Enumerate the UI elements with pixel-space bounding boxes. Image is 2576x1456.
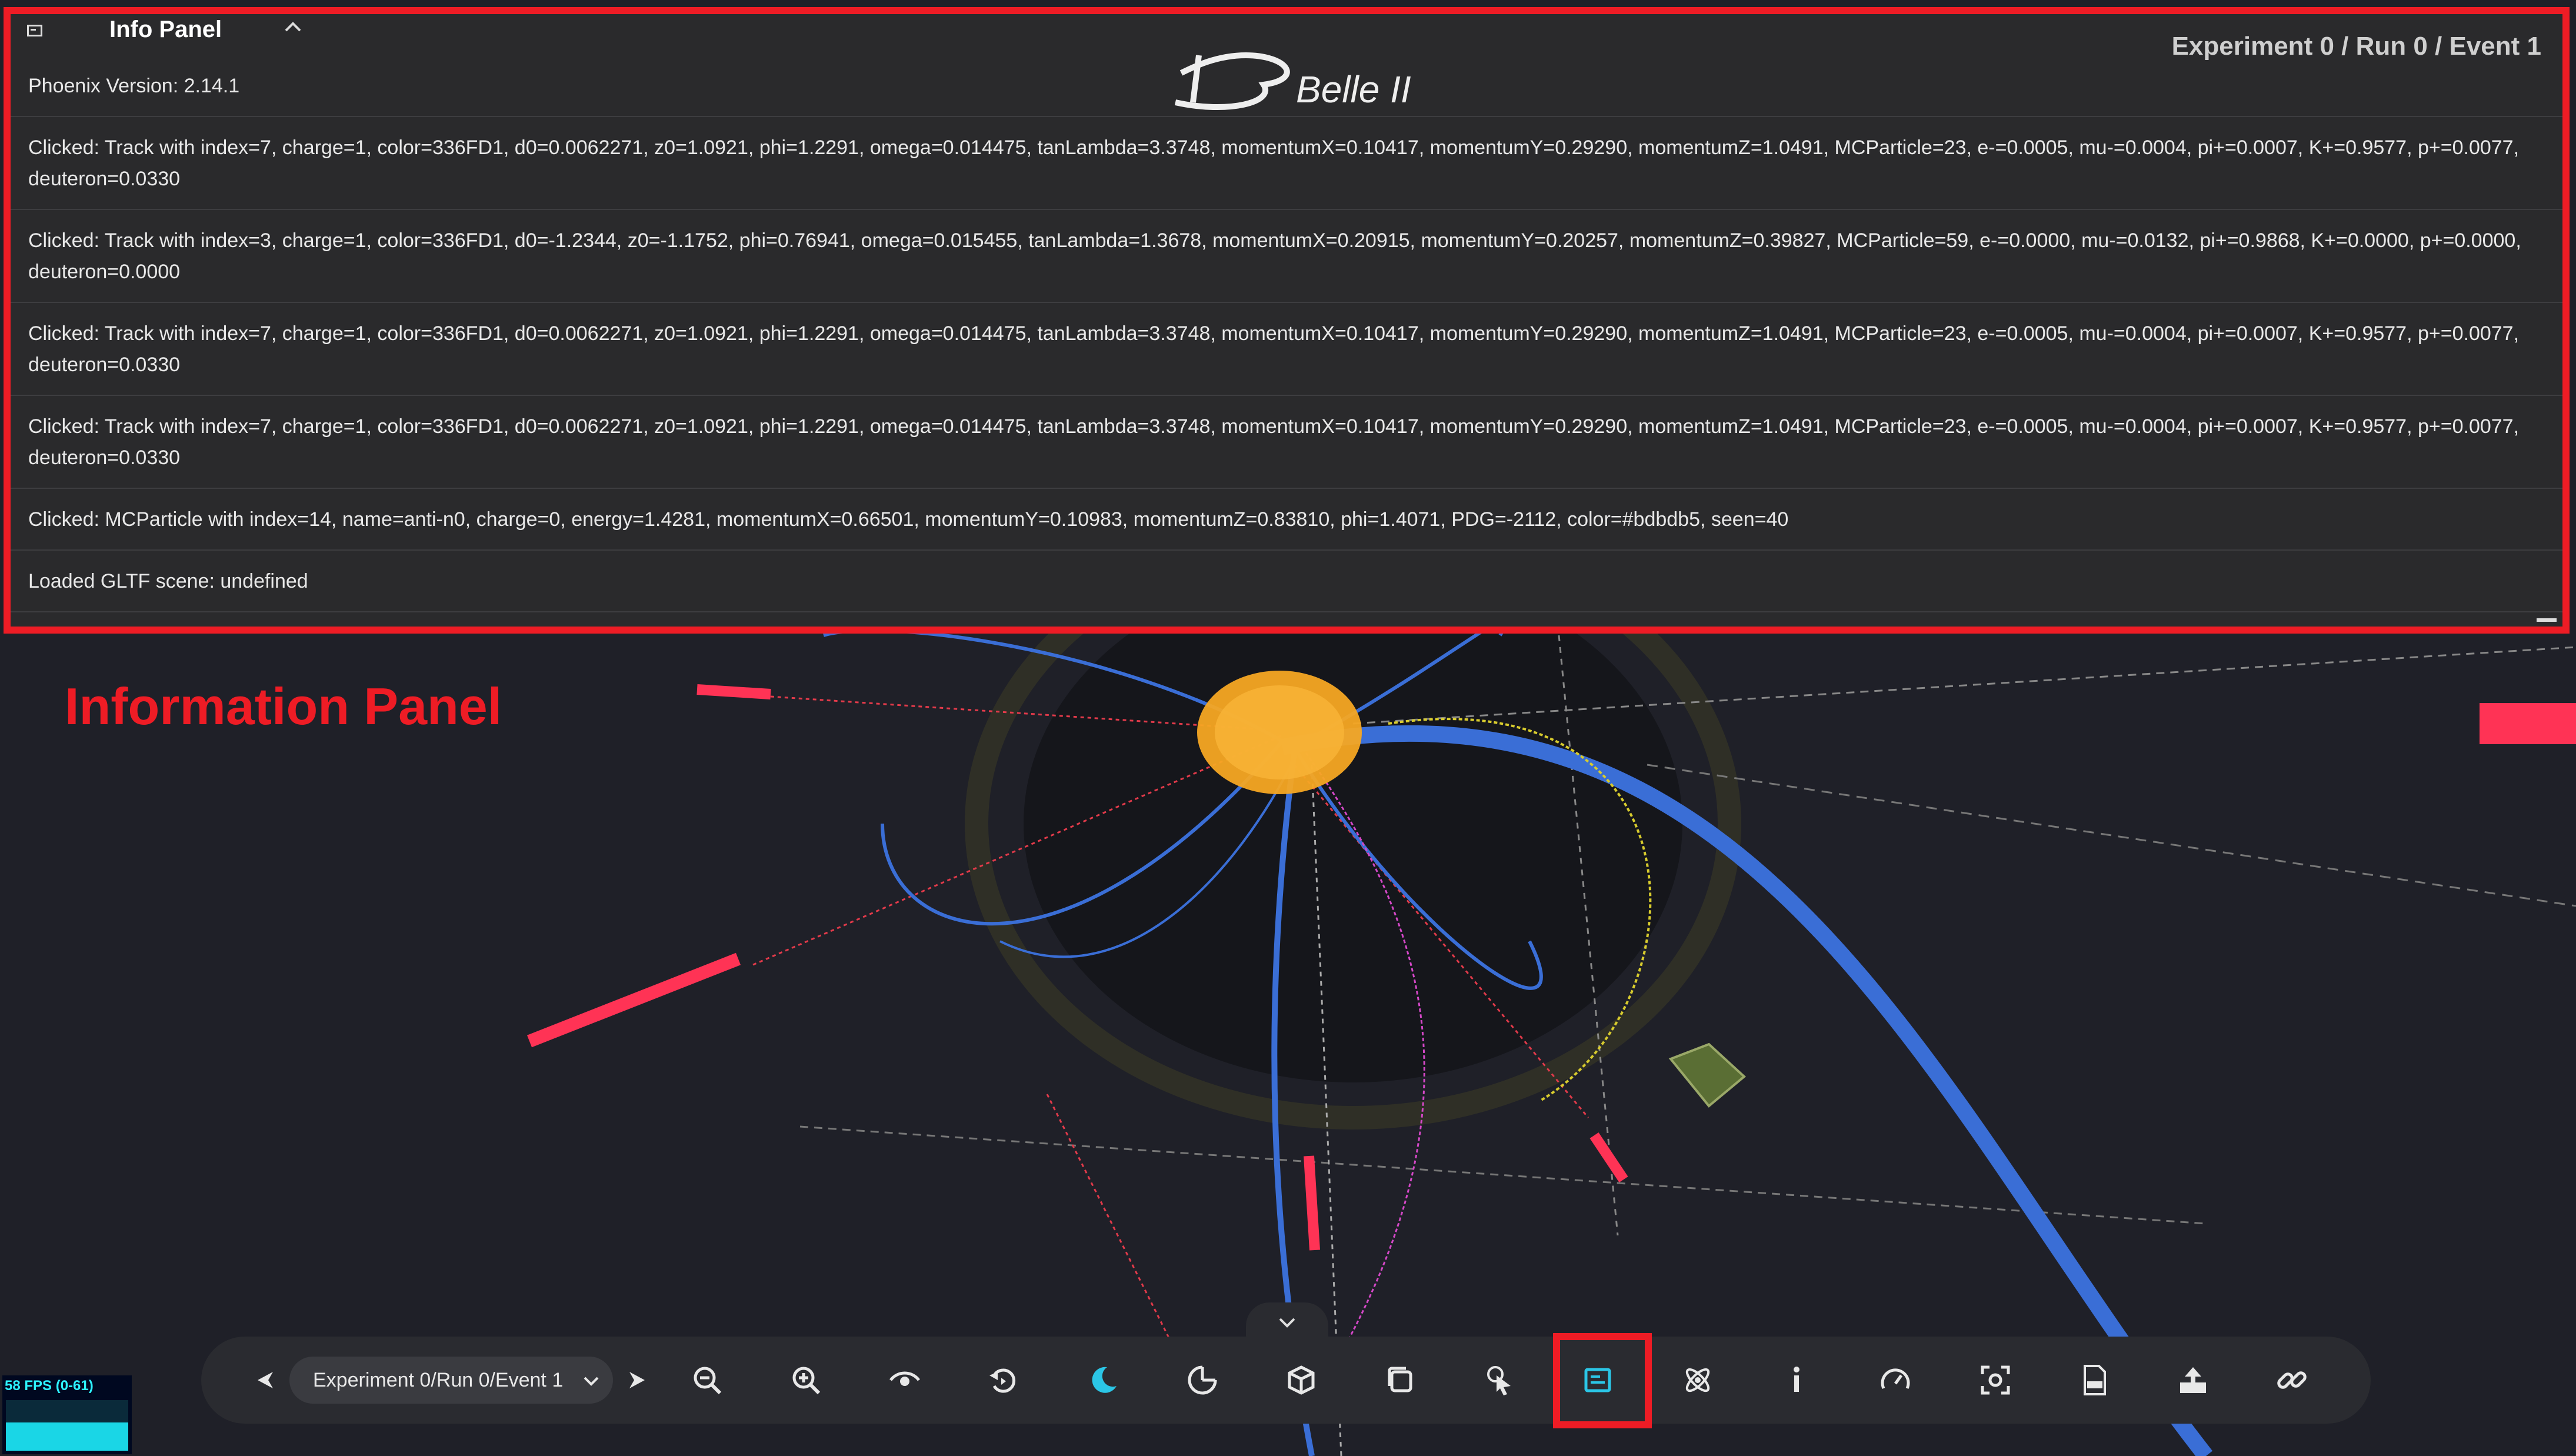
object-selection-button[interactable] <box>1473 1354 1525 1406</box>
camera-orientation-button[interactable] <box>1177 1354 1228 1406</box>
pointer-select-icon <box>1487 1366 1511 1395</box>
toolbar-expand-tab[interactable] <box>1246 1302 1328 1341</box>
dark-theme-button[interactable] <box>1078 1354 1129 1406</box>
info-panel-title: Info Panel <box>109 16 222 42</box>
next-event-button[interactable] <box>611 1354 662 1406</box>
arrow-left-icon <box>258 1372 273 1388</box>
fps-text: 58 FPS (0-61) <box>5 1378 94 1394</box>
zoom-in-button[interactable] <box>780 1354 832 1406</box>
chevron-down-icon <box>584 1377 599 1386</box>
export-png-button[interactable] <box>2068 1354 2120 1406</box>
resize-handle[interactable] <box>2537 618 2557 622</box>
panel-toggle-icon[interactable] <box>27 25 42 36</box>
log-entry: Clicked: Track with index=3, charge=1, c… <box>11 210 2562 303</box>
link-icon <box>2277 1371 2307 1389</box>
speedometer-icon <box>1881 1368 1910 1390</box>
previous-event-button[interactable] <box>240 1354 292 1406</box>
zoom-out-button[interactable] <box>681 1354 733 1406</box>
moon-icon <box>1092 1367 1117 1393</box>
png-file-icon <box>2084 1365 2106 1395</box>
auto-rotate-button[interactable] <box>978 1354 1029 1406</box>
collection-info-button[interactable] <box>1672 1354 1724 1406</box>
info-panel-button[interactable] <box>1572 1354 1624 1406</box>
annotation-label: Information Panel <box>65 677 502 735</box>
screenshot-icon <box>1981 1365 2010 1395</box>
upload-icon <box>2180 1367 2206 1393</box>
event-select-value: Experiment 0/Run 0/Event 1 <box>313 1369 564 1391</box>
log-entry: Loaded GLTF scene: undefined <box>11 551 2562 612</box>
info-log-list: Phoenix Version: 2.14.1 Clicked: Track w… <box>11 64 2562 627</box>
atom-icon <box>1685 1368 1710 1392</box>
fps-bar <box>6 1422 128 1451</box>
log-entry: Phoenix Version: 2.14.1 <box>11 64 2562 117</box>
info-panel: Info Panel Experiment 0 / Run 0 / Event … <box>4 7 2570 634</box>
log-entry: Clicked: Track with index=7, charge=1, c… <box>11 396 2562 489</box>
zoom-out-icon <box>694 1367 722 1395</box>
screenshot-button[interactable] <box>1970 1354 2021 1406</box>
log-entry: Clicked: Track with index=7, charge=1, c… <box>11 303 2562 396</box>
event-select[interactable]: Experiment 0/Run 0/Event 1 <box>289 1357 613 1404</box>
overlay-icon <box>1388 1367 1412 1392</box>
chevron-down-icon[interactable] <box>1275 1311 1299 1334</box>
share-button[interactable] <box>2167 1354 2219 1406</box>
chevron-up-icon[interactable] <box>281 15 305 39</box>
pie-icon <box>1188 1365 1217 1395</box>
info-icon <box>1794 1367 1799 1392</box>
arrow-right-icon <box>629 1372 645 1388</box>
log-entry: Clicked: Track with index=7, charge=1, c… <box>11 117 2562 210</box>
event-label: Experiment 0 / Run 0 / Event 1 <box>2171 32 2541 61</box>
link-button[interactable] <box>2266 1354 2318 1406</box>
log-entry: Clicked: MCParticle with index=14, name=… <box>11 489 2562 551</box>
cube-icon <box>1288 1365 1315 1395</box>
detector-barrel <box>1024 565 1682 1082</box>
rotate-icon <box>989 1368 1016 1393</box>
log-entry: Loaded GLTF scene: undefined <box>11 612 2562 627</box>
view-options-button[interactable] <box>879 1354 931 1406</box>
fps-meter: 58 FPS (0-61) <box>2 1375 132 1454</box>
event-data-info-button[interactable] <box>1771 1354 1822 1406</box>
overlay-view-button[interactable] <box>1374 1354 1426 1406</box>
info-panel-icon <box>1584 1368 1611 1392</box>
zoom-in-icon <box>792 1367 821 1395</box>
geometry-cube-button[interactable] <box>1275 1354 1327 1406</box>
performance-button[interactable] <box>1869 1354 1921 1406</box>
eye-icon <box>889 1371 920 1386</box>
